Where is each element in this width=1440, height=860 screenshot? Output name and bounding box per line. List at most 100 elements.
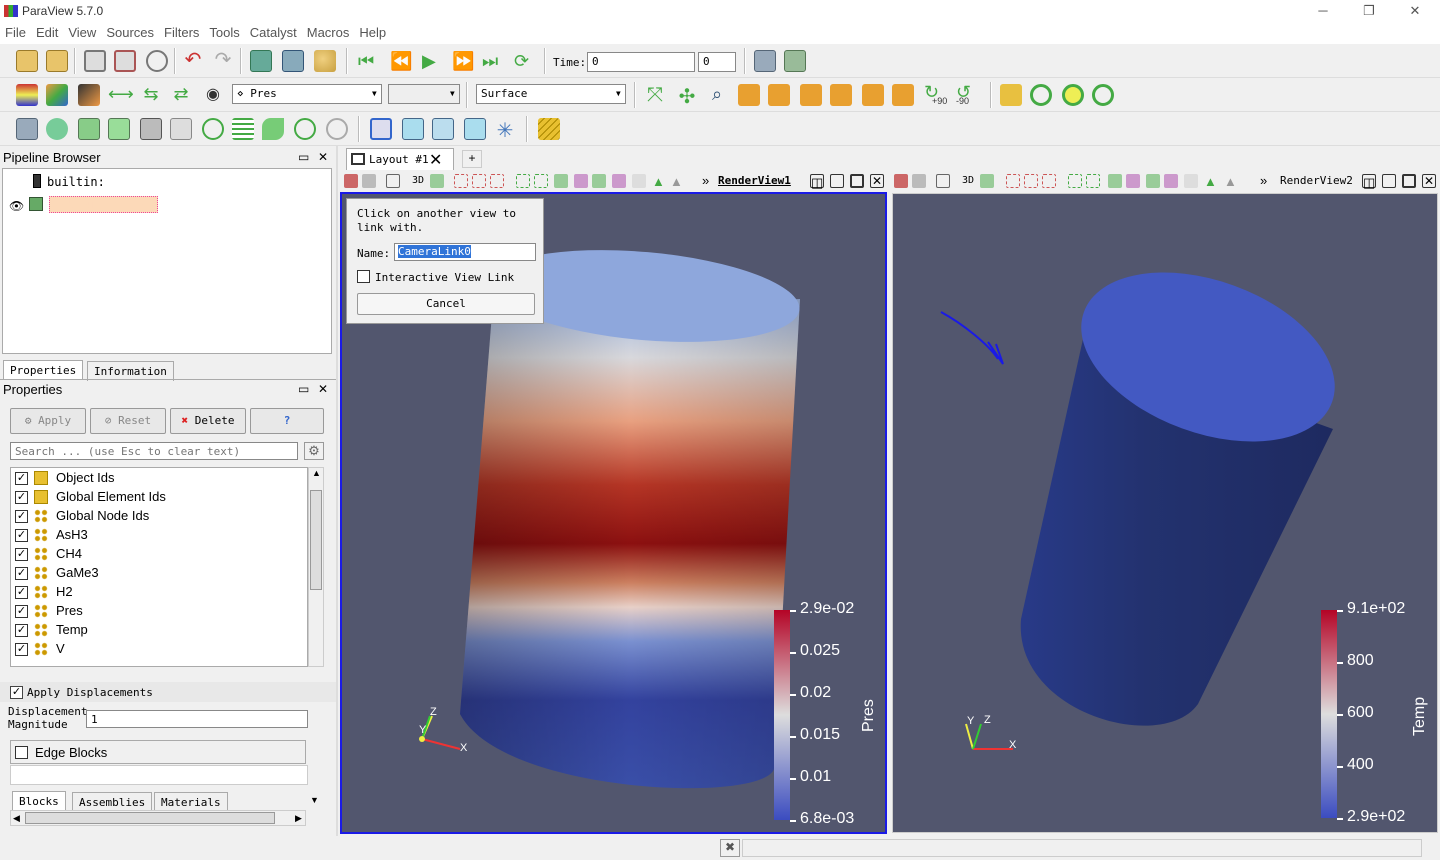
menu-help[interactable]: Help — [354, 22, 391, 40]
memory-close-icon[interactable]: ✖ — [720, 839, 740, 857]
panel-scroll-down-icon[interactable]: ▼ — [310, 795, 319, 805]
last-frame-icon[interactable]: ⏭ — [482, 52, 504, 74]
link-name-input[interactable]: CameraLink0 — [394, 243, 536, 261]
array-checkbox[interactable]: ✓ — [15, 510, 28, 523]
advanced-gear-icon[interactable]: ⚙ — [304, 442, 324, 460]
split-icon[interactable] — [980, 174, 994, 188]
grow-selection-icon[interactable] — [574, 174, 588, 188]
view2-3d-toggle[interactable]: 3D — [962, 175, 974, 186]
tool-settings-icon[interactable] — [754, 50, 776, 72]
add-tool-icon[interactable] — [784, 50, 806, 72]
delete-button[interactable]: ✖ Delete — [170, 408, 246, 434]
camera-icon[interactable] — [386, 174, 400, 188]
menu-edit[interactable]: Edit — [31, 22, 63, 40]
interactive-view-link-checkbox[interactable] — [357, 270, 370, 283]
split-icon[interactable] — [430, 174, 444, 188]
list-item[interactable]: ✓ V — [11, 640, 307, 659]
select-block-icon[interactable] — [516, 174, 530, 188]
scroll-right-icon[interactable]: ▶ — [295, 813, 302, 824]
cancel-button[interactable]: Cancel — [357, 293, 535, 315]
loop-icon[interactable]: ⟳ — [514, 52, 536, 74]
undock-icon[interactable]: ▭ — [298, 150, 309, 164]
menu-file[interactable]: File — [0, 22, 31, 40]
select-surface-points-icon[interactable] — [1024, 174, 1038, 188]
apply-displacements-checkbox[interactable]: ✓ — [10, 686, 23, 699]
close-panel-icon[interactable]: ✕ — [318, 382, 328, 396]
select-polygon-icon[interactable] — [534, 174, 548, 188]
next-frame-icon[interactable]: ⏩ — [452, 52, 474, 74]
select-block-icon[interactable] — [1068, 174, 1082, 188]
shrink-selection-icon[interactable] — [592, 174, 606, 188]
histogram-icon[interactable] — [464, 118, 486, 140]
plot-selection-icon[interactable] — [432, 118, 454, 140]
list-item[interactable]: ✓ Global Element Ids — [11, 488, 307, 507]
list-item[interactable]: ✓ Object Ids — [11, 469, 307, 488]
reset-button[interactable]: ⊘ Reset — [90, 408, 166, 434]
tab-properties[interactable]: Properties — [3, 360, 84, 380]
clear-selection-icon[interactable] — [612, 174, 626, 188]
tab-assemblies[interactable]: Assemblies — [72, 792, 153, 812]
array-checkbox[interactable]: ✓ — [15, 529, 28, 542]
play-icon[interactable]: ▶ — [422, 52, 444, 74]
select-cells-icon[interactable] — [370, 118, 392, 140]
zoom-to-box-icon[interactable]: ⌕ — [706, 84, 728, 106]
minimize-button[interactable]: ─ — [1308, 2, 1338, 20]
view-plus-x-icon[interactable] — [738, 84, 760, 106]
scroll-thumb[interactable] — [310, 490, 322, 590]
close-view-icon[interactable]: ✕ — [1422, 174, 1436, 188]
capture-inactive-icon[interactable] — [912, 174, 926, 188]
interactive-select-icon[interactable] — [554, 174, 568, 188]
capture-inactive-icon[interactable] — [362, 174, 376, 188]
tab-information[interactable]: Information — [87, 361, 174, 381]
pick-center-icon[interactable] — [1092, 84, 1114, 106]
list-item[interactable]: ✓ CH4 — [11, 545, 307, 564]
palette-icon[interactable] — [314, 50, 336, 72]
reset-camera-closest-icon[interactable]: ✣ — [676, 84, 698, 108]
menu-catalyst[interactable]: Catalyst — [245, 22, 302, 40]
view-minus-x-icon[interactable] — [768, 84, 790, 106]
split-horizontal-icon[interactable]: ◫ — [810, 174, 824, 190]
ruler-view-icon[interactable]: ▲ — [1204, 174, 1218, 189]
group-datasets-icon[interactable] — [294, 118, 316, 140]
open-recent-icon[interactable] — [46, 50, 68, 72]
maximize-view-icon[interactable] — [850, 174, 864, 188]
properties-search-input[interactable] — [10, 442, 298, 460]
close-panel-icon[interactable]: ✕ — [318, 150, 328, 164]
view-minus-y-icon[interactable] — [830, 84, 852, 106]
center-axes-icon[interactable] — [1000, 84, 1022, 106]
layout-tab[interactable]: Layout #1 ✕ — [346, 148, 454, 170]
show-center-icon[interactable] — [1030, 84, 1052, 106]
list-item[interactable]: ✓ Pres — [11, 602, 307, 621]
tab-materials[interactable]: Materials — [154, 792, 228, 812]
select-surface-cells-icon[interactable] — [454, 174, 468, 188]
ruler-view-icon[interactable]: ▲ — [652, 174, 666, 189]
probe-icon[interactable]: ✳ — [494, 118, 516, 142]
list-scrollbar[interactable]: ▲ — [308, 467, 324, 667]
menu-macros[interactable]: Macros — [302, 22, 355, 40]
array-checkbox[interactable]: ✓ — [15, 605, 28, 618]
select-polygon-icon[interactable] — [1086, 174, 1100, 188]
more-tools-icon[interactable]: » — [702, 173, 709, 188]
open-icon[interactable] — [16, 50, 38, 72]
representation-select[interactable]: Surface — [476, 84, 626, 104]
menu-view[interactable]: View — [63, 22, 101, 40]
first-frame-icon[interactable]: ⏮ — [358, 52, 380, 74]
array-checkbox[interactable]: ✓ — [15, 586, 28, 599]
split-vertical-icon[interactable] — [830, 174, 844, 188]
select-surface-points-icon[interactable] — [472, 174, 486, 188]
reset-camera-icon[interactable]: ⤧ — [644, 84, 666, 106]
hover-points-icon[interactable] — [632, 174, 646, 188]
render-view-1[interactable]: X Y Z 2.9e-02 0.025 0.02 0.015 0.01 6.8e-03 P… — [340, 192, 887, 834]
array-checkbox[interactable]: ✓ — [15, 548, 28, 561]
shrink-selection-icon[interactable] — [1146, 174, 1160, 188]
view1-3d-toggle[interactable]: 3D — [412, 175, 424, 186]
hover-points-icon[interactable] — [1184, 174, 1198, 188]
time-index-spinbox[interactable]: 0 — [698, 52, 736, 72]
array-checkbox[interactable]: ✓ — [15, 491, 28, 504]
connect-icon[interactable] — [84, 50, 106, 72]
rescale-temporal-icon[interactable]: ⇄ — [170, 84, 192, 106]
select-frustum-icon[interactable] — [1042, 174, 1056, 188]
view-plus-y-icon[interactable] — [800, 84, 822, 106]
plot-over-line-icon[interactable] — [402, 118, 424, 140]
help-button[interactable]: ? — [250, 408, 324, 434]
